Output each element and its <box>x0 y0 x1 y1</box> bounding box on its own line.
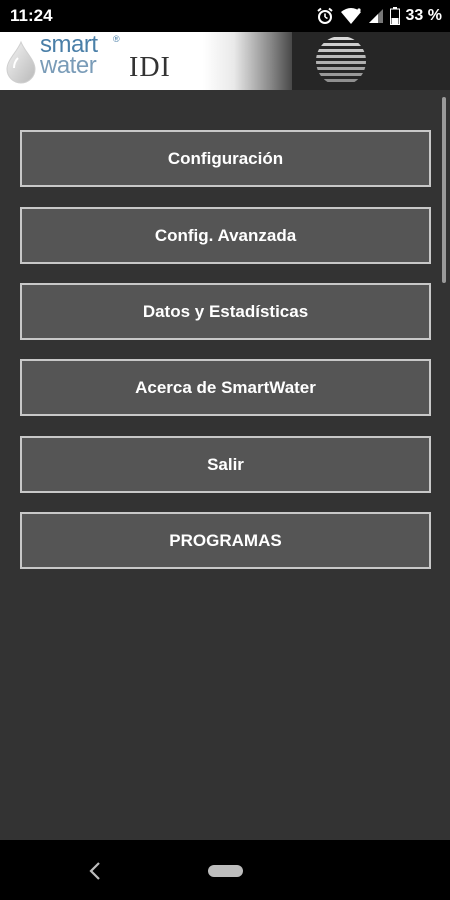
alarm-icon <box>316 7 334 25</box>
water-drop-icon <box>4 40 38 89</box>
back-icon[interactable] <box>86 860 104 887</box>
datos-estadisticas-button[interactable]: Datos y Estadísticas <box>20 283 431 340</box>
configuracion-button[interactable]: Configuración <box>20 130 431 187</box>
status-icons: 33 % <box>316 6 442 26</box>
striped-globe-icon <box>314 34 368 90</box>
programas-button[interactable]: PROGRAMAS <box>20 512 431 569</box>
wifi-icon <box>340 7 362 25</box>
logo-idi-text: IDI <box>129 52 171 83</box>
config-avanzada-button[interactable]: Config. Avanzada <box>20 207 431 264</box>
logo-registered-mark: ® <box>113 34 120 44</box>
logo-water-text: water <box>40 52 97 79</box>
app-header: smart ® water IDI <box>0 32 450 90</box>
acerca-de-button[interactable]: Acerca de SmartWater <box>20 359 431 416</box>
navigation-bar <box>0 840 450 900</box>
battery-percentage: 33 % <box>405 7 442 24</box>
scrollbar-thumb[interactable] <box>442 97 446 283</box>
status-bar: 11:24 33 % <box>0 0 450 32</box>
signal-icon <box>368 8 384 24</box>
salir-button[interactable]: Salir <box>20 436 431 493</box>
main-menu: Configuración Config. Avanzada Datos y E… <box>0 90 450 840</box>
home-pill-icon[interactable] <box>208 865 243 877</box>
battery-icon <box>389 7 400 25</box>
status-time: 11:24 <box>10 6 53 25</box>
